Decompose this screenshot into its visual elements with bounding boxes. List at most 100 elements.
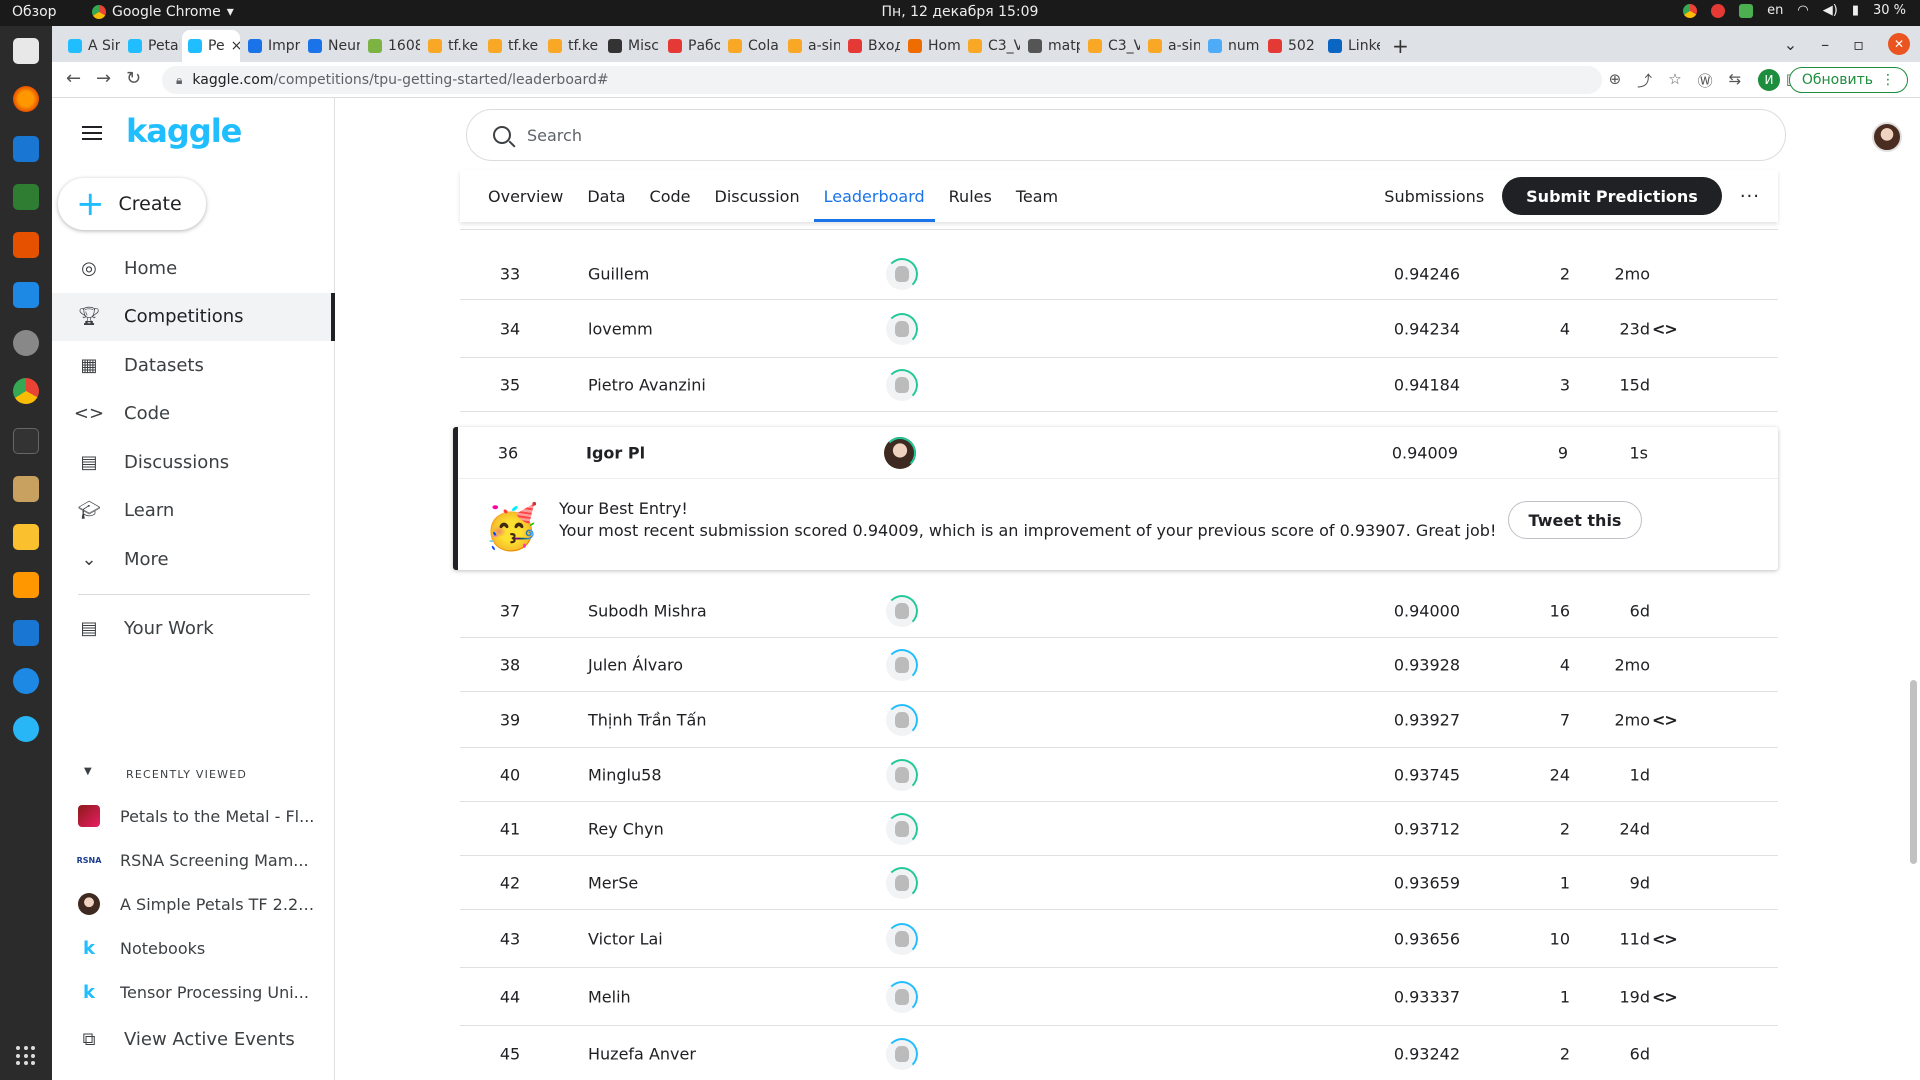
table-row[interactable]: 33 Guillem 0.94246 2 2mo: [460, 248, 1778, 300]
team-name[interactable]: Thịnh Trần Tấn: [588, 710, 706, 729]
browser-tab[interactable]: C3_V: [1082, 30, 1140, 62]
browser-tab[interactable]: a-sin: [782, 30, 840, 62]
recent-item[interactable]: k Tensor Processing Uni...: [78, 974, 328, 1010]
table-row[interactable]: 41 Rey Chyn 0.93712 2 24d: [460, 802, 1778, 856]
shield-tray-icon[interactable]: [1739, 3, 1754, 18]
browser-tab[interactable]: tf.ke: [422, 30, 480, 62]
browser-tab[interactable]: Рабо: [662, 30, 720, 62]
team-avatar[interactable]: [886, 648, 918, 681]
sidebar-item-more[interactable]: ⌄ More: [52, 535, 334, 583]
browser-tab[interactable]: A Sin: [62, 30, 120, 62]
user-avatar[interactable]: [1872, 122, 1902, 152]
recent-item[interactable]: Petals to the Metal - Fl...: [78, 798, 328, 834]
recent-item[interactable]: A Simple Petals TF 2.2 ...: [78, 886, 328, 922]
volume-icon[interactable]: ◀): [1823, 3, 1838, 18]
screenshot-icon[interactable]: [13, 282, 39, 308]
browser-tab[interactable]: a-sin: [1142, 30, 1200, 62]
browser-tab[interactable]: Linke: [1322, 30, 1380, 62]
team-name[interactable]: Minglu58: [588, 765, 662, 784]
table-row[interactable]: 44 Melih 0.93337 1 19d <>: [460, 968, 1778, 1026]
team-avatar[interactable]: [886, 312, 918, 345]
forward-arrow-icon[interactable]: →: [96, 68, 111, 89]
team-name[interactable]: Julen Álvaro: [588, 655, 683, 674]
browser-tab[interactable]: Misc: [602, 30, 660, 62]
vscode-icon[interactable]: [13, 620, 39, 646]
tab-overview[interactable]: Overview: [478, 170, 573, 222]
minimize-icon[interactable]: –: [1821, 35, 1829, 54]
sublime-icon[interactable]: [13, 572, 39, 598]
terminal-icon[interactable]: [13, 428, 39, 454]
sidebar-item-home[interactable]: ◎ Home: [52, 244, 334, 292]
team-name[interactable]: Melih: [588, 987, 631, 1006]
zoom-icon[interactable]: ⊕: [1609, 70, 1622, 91]
browser-tab[interactable]: num: [1202, 30, 1260, 62]
update-button[interactable]: Обновить ⋮: [1788, 67, 1908, 93]
close-window-icon[interactable]: ✕: [1888, 33, 1910, 55]
table-row[interactable]: 43 Victor Lai 0.93656 10 11d <>: [460, 910, 1778, 968]
team-avatar[interactable]: [886, 1037, 918, 1070]
notes-icon[interactable]: [13, 524, 39, 550]
settings-icon[interactable]: [13, 330, 39, 356]
profile-avatar[interactable]: И: [1758, 69, 1780, 91]
team-name[interactable]: Subodh Mishra: [588, 601, 707, 620]
team-avatar[interactable]: [884, 436, 916, 469]
table-row[interactable]: 42 MerSe 0.93659 1 9d: [460, 856, 1778, 910]
team-avatar[interactable]: [886, 257, 918, 290]
browser-tab[interactable]: Hom: [902, 30, 960, 62]
firefox-icon[interactable]: [13, 86, 39, 112]
team-avatar[interactable]: [886, 368, 918, 401]
share-icon[interactable]: ⤴: [1637, 70, 1652, 91]
team-avatar[interactable]: [886, 812, 918, 845]
tab-data[interactable]: Data: [577, 170, 635, 222]
table-row[interactable]: 38 Julen Álvaro 0.93928 4 2mo: [460, 638, 1778, 692]
kaggle-logo[interactable]: kaggle: [126, 112, 242, 150]
code-icon[interactable]: <>: [1652, 319, 1678, 338]
new-tab-button[interactable]: +: [1386, 30, 1415, 62]
browser-tab[interactable]: C3_V: [962, 30, 1020, 62]
impress-icon[interactable]: [13, 232, 39, 258]
sidebar-item-code[interactable]: <> Code: [52, 390, 334, 438]
app-menu[interactable]: Google Chrome ▾: [92, 4, 234, 20]
team-name[interactable]: Guillem: [588, 264, 649, 283]
close-tab-icon[interactable]: ×: [231, 38, 240, 54]
team-name[interactable]: Huzefa Anver: [588, 1044, 696, 1063]
team-name[interactable]: lovemm: [588, 319, 653, 338]
files-icon[interactable]: [13, 38, 39, 64]
code-icon[interactable]: <>: [1652, 710, 1678, 729]
table-row[interactable]: 40 Minglu58 0.93745 24 1d: [460, 748, 1778, 802]
recent-item[interactable]: k Notebooks: [78, 930, 328, 966]
telegram-icon[interactable]: [13, 716, 39, 742]
chrome-dock-icon[interactable]: [13, 378, 39, 404]
page-scrollbar[interactable]: [1910, 680, 1917, 864]
chrome-tray-icon[interactable]: [1683, 3, 1698, 18]
submit-predictions-button[interactable]: Submit Predictions: [1502, 177, 1722, 215]
tab-search-icon[interactable]: ⌄: [1784, 35, 1797, 54]
wordpress-extension-icon[interactable]: Ⓦ: [1698, 70, 1713, 91]
recent-item[interactable]: RSNA RSNA Screening Mam...: [77, 842, 328, 878]
tweet-this-button[interactable]: Tweet this: [1508, 501, 1642, 539]
show-apps-icon[interactable]: [16, 1046, 36, 1066]
browser-tab[interactable]: 1608: [362, 30, 420, 62]
reload-icon[interactable]: ↻: [126, 68, 141, 89]
table-row[interactable]: 37 Subodh Mishra 0.94000 16 6d: [460, 584, 1778, 638]
your-work-link[interactable]: ▤ Your Work: [52, 604, 334, 652]
browser-tab[interactable]: Petal: [122, 30, 180, 62]
table-row[interactable]: 34 lovemm 0.94234 4 23d <>: [460, 300, 1778, 358]
code-icon[interactable]: <>: [1652, 987, 1678, 1006]
calc-icon[interactable]: [13, 184, 39, 210]
tab-code[interactable]: Code: [640, 170, 701, 222]
search-input[interactable]: Search: [466, 109, 1786, 161]
more-options-icon[interactable]: ···: [1740, 186, 1760, 207]
team-avatar[interactable]: [886, 980, 918, 1013]
team-name[interactable]: MerSe: [588, 873, 638, 892]
translate-extension-icon[interactable]: ⇆: [1729, 70, 1742, 91]
bookmark-star-icon[interactable]: ☆: [1668, 70, 1681, 91]
system-tray[interactable]: en ◠ ◀) ▮ 30 %: [1683, 3, 1906, 18]
sidebar-item-competitions[interactable]: 🏆︎ Competitions: [52, 292, 335, 341]
my-entry-row[interactable]: 36 Igor Pl 0.94009 9 1s: [458, 427, 1778, 479]
thunderbird-icon[interactable]: [13, 668, 39, 694]
team-avatar[interactable]: [886, 594, 918, 627]
collapse-caret-icon[interactable]: ▼: [84, 766, 92, 777]
browser-tab[interactable]: tf.ke: [542, 30, 600, 62]
team-name[interactable]: Pietro Avanzini: [588, 375, 706, 394]
